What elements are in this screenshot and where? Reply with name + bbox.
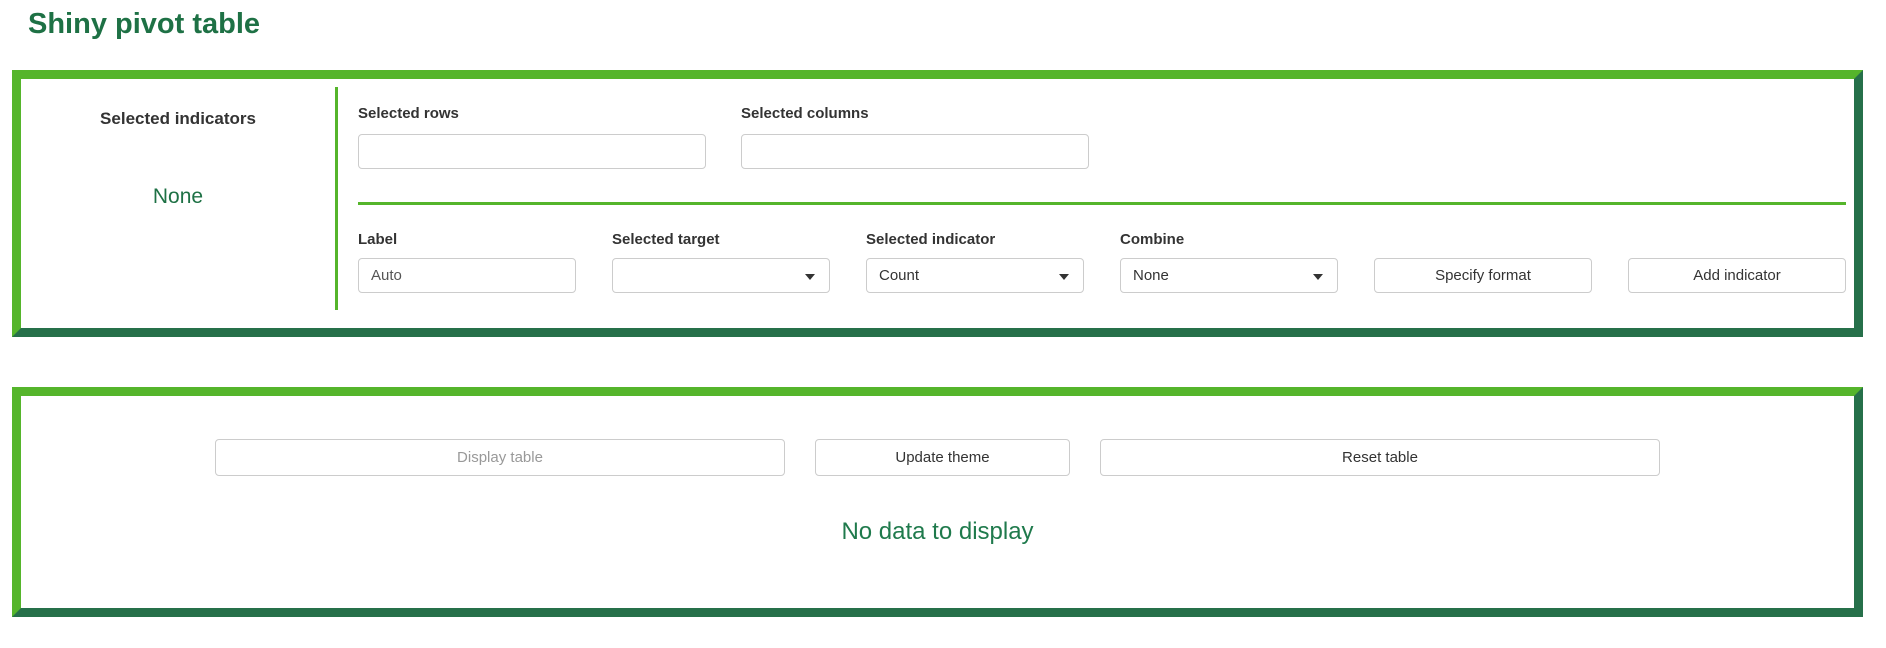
dropdown-caret-icon	[1059, 274, 1069, 280]
selected-columns-field: Selected columns	[741, 105, 1089, 169]
page-title: Shiny pivot table	[28, 8, 1886, 41]
indicator-definition-row: Label Selected target Selected indicator…	[358, 231, 1846, 293]
selected-indicators-value: None	[21, 185, 335, 209]
label-field-label: Label	[358, 231, 576, 248]
combine-value: None	[1133, 267, 1169, 284]
selected-indicator-label: Selected indicator	[866, 231, 1084, 248]
indicator-controls: Selected rows Selected columns Label Sel…	[338, 79, 1854, 328]
add-indicator-button[interactable]: Add indicator	[1628, 258, 1846, 293]
update-theme-button[interactable]: Update theme	[815, 439, 1070, 476]
table-actions-row: Display table Update theme Reset table	[21, 439, 1854, 476]
selected-indicators-heading: Selected indicators	[21, 109, 335, 129]
horizontal-divider	[358, 202, 1846, 205]
combine-label: Combine	[1120, 231, 1338, 248]
selected-indicator-select[interactable]: Count	[866, 258, 1084, 293]
selected-indicator-field: Selected indicator Count	[866, 231, 1084, 293]
selected-target-label: Selected target	[612, 231, 830, 248]
selected-rows-input[interactable]	[358, 134, 706, 169]
rows-columns-row: Selected rows Selected columns	[358, 105, 1846, 169]
label-input[interactable]	[358, 258, 576, 293]
selected-indicators-column: Selected indicators None	[21, 79, 335, 328]
selected-columns-label: Selected columns	[741, 105, 1089, 122]
display-table-button[interactable]: Display table	[215, 439, 785, 476]
table-panel: Display table Update theme Reset table N…	[12, 387, 1863, 617]
selected-target-select[interactable]	[612, 258, 830, 293]
label-field: Label	[358, 231, 576, 293]
no-data-message: No data to display	[21, 518, 1854, 546]
dropdown-caret-icon	[805, 274, 815, 280]
specify-format-button[interactable]: Specify format	[1374, 258, 1592, 293]
selected-columns-input[interactable]	[741, 134, 1089, 169]
combine-select[interactable]: None	[1120, 258, 1338, 293]
combine-field: Combine None	[1120, 231, 1338, 293]
indicator-panel: Selected indicators None Selected rows S…	[12, 70, 1863, 337]
dropdown-caret-icon	[1313, 274, 1323, 280]
selected-indicator-value: Count	[879, 267, 919, 284]
selected-rows-field: Selected rows	[358, 105, 706, 169]
reset-table-button[interactable]: Reset table	[1100, 439, 1660, 476]
selected-rows-label: Selected rows	[358, 105, 706, 122]
selected-target-field: Selected target	[612, 231, 830, 293]
